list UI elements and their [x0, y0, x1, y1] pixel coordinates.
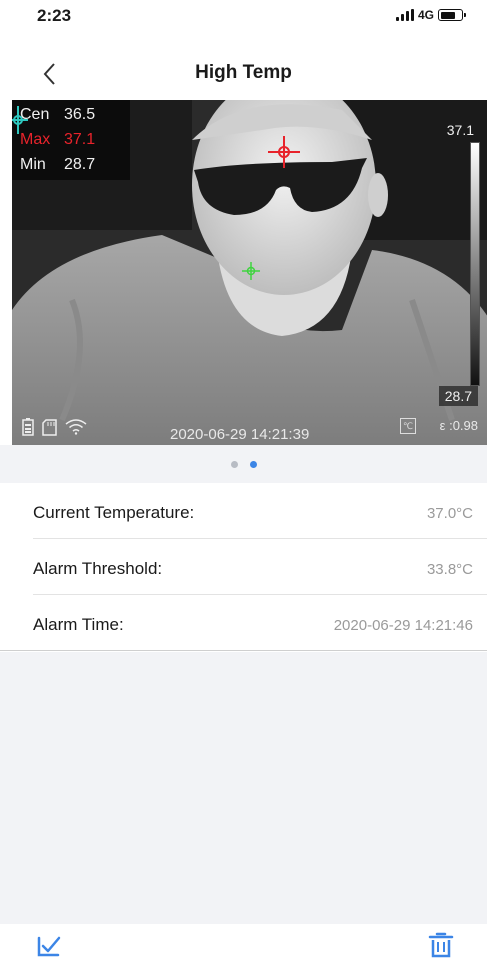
sd-card-icon: [42, 418, 57, 436]
unit-indicator: ℃: [400, 418, 416, 434]
thermal-scene: [12, 100, 487, 445]
battery-icon: [438, 9, 466, 21]
status-bar: 2:23 4G: [0, 0, 487, 36]
stat-min: Min 28.7: [20, 156, 96, 173]
scale-min-label: 28.7: [438, 386, 478, 406]
wifi-icon: [65, 419, 87, 435]
page-dot-2[interactable]: [249, 460, 257, 468]
page-dot-1[interactable]: [230, 460, 238, 468]
bottom-toolbar: [0, 924, 487, 969]
page-indicator: [0, 445, 487, 483]
delete-button[interactable]: [426, 930, 456, 960]
stat-max: Max 37.1: [20, 131, 96, 148]
empty-content-area: [0, 652, 487, 924]
battery-status-icon: [22, 418, 34, 436]
info-row-alarm-threshold: Alarm Threshold: 33.8°C: [33, 539, 487, 595]
edit-check-icon: [37, 936, 61, 957]
stat-center: Cen 36.5: [20, 106, 96, 123]
status-indicators: 4G: [395, 8, 466, 22]
info-row-alarm-time: Alarm Time: 2020-06-29 14:21:46: [0, 595, 487, 651]
scale-max-label: 37.1: [446, 122, 474, 138]
status-time: 2:23: [37, 6, 72, 25]
network-label: 4G: [417, 8, 434, 22]
navigation-bar: High Temp: [0, 50, 487, 96]
device-status-icons: [22, 418, 87, 436]
thermal-image[interactable]: Cen 36.5 Max 37.1 Min 28.7 37.1 28.7 202…: [12, 100, 487, 445]
page-title: High Temp: [195, 62, 292, 83]
signal-icon: [395, 9, 414, 21]
capture-timestamp: 2020-06-29 14:21:39: [170, 426, 310, 443]
emissivity-label: ε :0.98: [439, 418, 478, 433]
temperature-scale-bar: [470, 142, 480, 386]
info-row-current-temperature: Current Temperature: 37.0°C: [33, 483, 487, 539]
alarm-info-list: Current Temperature: 37.0°C Alarm Thresh…: [0, 483, 487, 651]
trash-icon: [428, 932, 454, 958]
edit-button[interactable]: [34, 930, 64, 960]
